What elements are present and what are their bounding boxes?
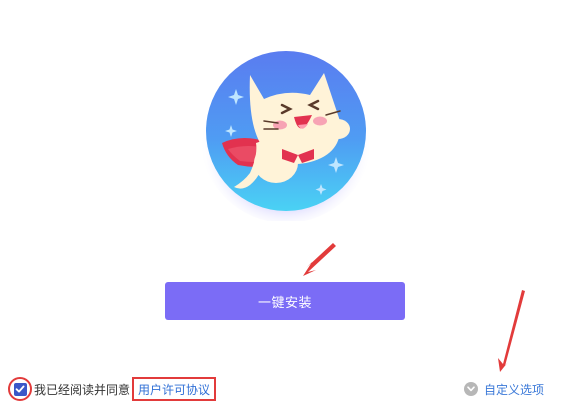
mascot-logo <box>198 45 374 221</box>
check-icon <box>15 385 25 393</box>
custom-options-toggle[interactable]: 自定义选项 <box>464 380 544 398</box>
install-button[interactable]: 一键安装 <box>165 282 405 320</box>
chevron-down-circle-icon <box>464 382 478 396</box>
license-link-highlight-annotation: 用户许可协议 <box>132 377 217 401</box>
red-arrow-options <box>498 290 525 372</box>
checkbox-highlight-annotation <box>8 377 32 401</box>
license-agreement-link[interactable]: 用户许可协议 <box>138 381 210 398</box>
agree-checkbox[interactable] <box>13 382 27 396</box>
custom-options-label: 自定义选项 <box>484 382 545 397</box>
agreement-row: 我已经阅读并同意 用户许可协议 <box>8 376 217 402</box>
agreement-prefix-text: 我已经阅读并同意 <box>34 382 131 397</box>
flying-cat-mascot-icon <box>200 51 372 221</box>
red-arrow-install <box>303 243 336 276</box>
